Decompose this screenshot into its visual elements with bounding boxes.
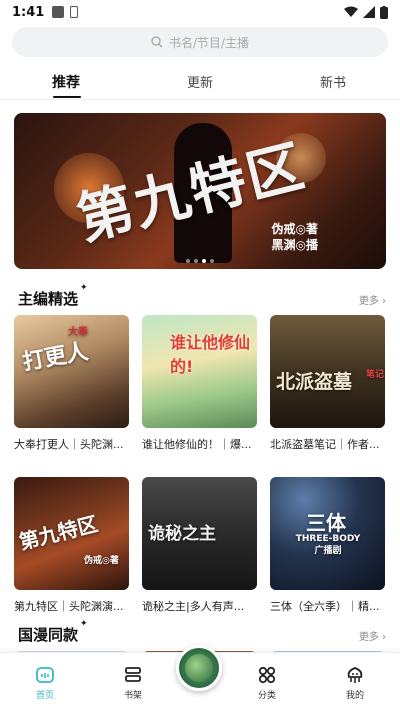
book-caption: 谁让他修仙的！｜爆...: [142, 438, 252, 451]
tab-active-indicator: [53, 96, 81, 98]
nav-bookshelf[interactable]: 书架: [108, 665, 158, 701]
book-cover: 谁让他修仙的!: [142, 315, 257, 428]
book-caption: 三体（全六季）｜精...: [270, 600, 380, 613]
section-title-text: 国漫同款: [18, 626, 79, 644]
bottom-navigation: 首页 书架 分类 我的: [0, 645, 400, 710]
category-icon: [258, 666, 276, 684]
nav-label: 首页: [35, 691, 54, 701]
cover-title: 第九特区: [16, 511, 101, 555]
more-label: 更多: [358, 296, 379, 307]
banner-narrator-line: 黑渊◎播: [271, 238, 318, 252]
book-caption: 北派盗墓笔记｜作者...: [270, 438, 380, 451]
status-time: 1:41: [12, 4, 45, 20]
search-icon: [151, 36, 163, 48]
section-title-editors-pick: 主编精选: [16, 288, 81, 309]
battery-icon: [380, 5, 388, 19]
nav-label: 书架: [123, 691, 142, 701]
divider: [0, 99, 400, 100]
bookshelf-icon: [125, 667, 141, 682]
phone-icon: [70, 6, 79, 18]
sparkle-icon: ✦: [80, 619, 88, 629]
banner-author: 伪戒◎著 黑渊◎播: [272, 221, 318, 253]
carousel-dot-active: [202, 259, 206, 263]
more-link-guoman[interactable]: 更多 ›: [359, 628, 386, 643]
tab-new-books[interactable]: 新书: [320, 72, 346, 91]
search-bar[interactable]: 书名/节目/主播: [12, 27, 388, 57]
home-icon: [36, 667, 54, 683]
book-caption: 第九特区｜头陀渊演...: [14, 600, 124, 613]
cover-title: 三体: [306, 511, 346, 535]
book-card[interactable]: 第九特区 伪戒◎著 第九特区｜头陀渊演...: [14, 477, 129, 614]
more-link-editors-pick[interactable]: 更多 ›: [359, 292, 386, 307]
carousel-indicator: [14, 259, 386, 263]
tab-recommend[interactable]: 推荐: [52, 72, 80, 92]
book-card[interactable]: 三体 THREE-BODY 广播剧 三体（全六季）｜精...: [270, 477, 385, 614]
book-cover: 第九特区 伪戒◎著: [14, 477, 129, 590]
book-cover: 三体 THREE-BODY 广播剧: [270, 477, 385, 590]
section-title-guoman: 国漫同款: [16, 624, 81, 645]
nav-label: 分类: [257, 691, 276, 701]
carousel-dot: [194, 259, 198, 263]
book-card[interactable]: 诡秘之主 诡秘之主|多人有声...: [142, 477, 257, 614]
cover-title: 北派盗墓: [276, 371, 353, 393]
top-tabs: 推荐 更新 新书: [0, 66, 400, 100]
book-cover: 诡秘之主: [142, 477, 257, 590]
book-cover: 打更人 大奉: [14, 315, 129, 428]
cover-subtitle: 伪戒◎著: [84, 556, 119, 566]
carousel-dot: [186, 259, 190, 263]
nav-category[interactable]: 分类: [242, 665, 292, 701]
book-caption: 诡秘之主|多人有声...: [142, 600, 245, 613]
book-card[interactable]: 谁让他修仙的! 谁让他修仙的！｜爆...: [142, 315, 257, 452]
cover-title: 诡秘之主: [148, 524, 216, 544]
cover-subtitle: THREE-BODY 广播剧: [295, 534, 361, 556]
now-playing-cover: [185, 654, 213, 682]
cover-subtitle: 笔记: [366, 370, 385, 380]
carousel-dot: [210, 259, 214, 263]
cover-title: 打更人: [20, 339, 91, 376]
sparkle-icon: ✦: [80, 283, 88, 293]
banner-author-line: 伪戒◎著: [271, 222, 318, 236]
nav-home[interactable]: 首页: [20, 665, 70, 701]
cover-title: 谁让他修仙的!: [170, 333, 251, 376]
profile-icon: [347, 667, 363, 683]
nav-label: 我的: [345, 691, 364, 701]
notification-icon: [52, 6, 65, 18]
tab-updates[interactable]: 更新: [187, 72, 213, 91]
more-label: 更多: [358, 632, 379, 643]
signal-icon: [363, 6, 375, 18]
section-title-text: 主编精选: [18, 290, 79, 308]
cover-subtitle: 大奉: [68, 327, 88, 338]
book-caption: 大奉打更人｜头陀渊...: [14, 438, 124, 451]
hero-banner[interactable]: 第九特区 伪戒◎著 黑渊◎播: [14, 113, 386, 269]
wifi-icon: [344, 6, 358, 17]
book-card[interactable]: 北派盗墓 笔记 北派盗墓笔记｜作者...: [270, 315, 385, 452]
now-playing-button[interactable]: [176, 645, 222, 691]
nav-profile[interactable]: 我的: [330, 665, 380, 701]
book-cover: 北派盗墓 笔记: [270, 315, 385, 428]
search-placeholder: 书名/节目/主播: [168, 35, 250, 50]
book-card[interactable]: 打更人 大奉 大奉打更人｜头陀渊...: [14, 315, 129, 452]
status-bar: 1:41: [0, 0, 400, 24]
